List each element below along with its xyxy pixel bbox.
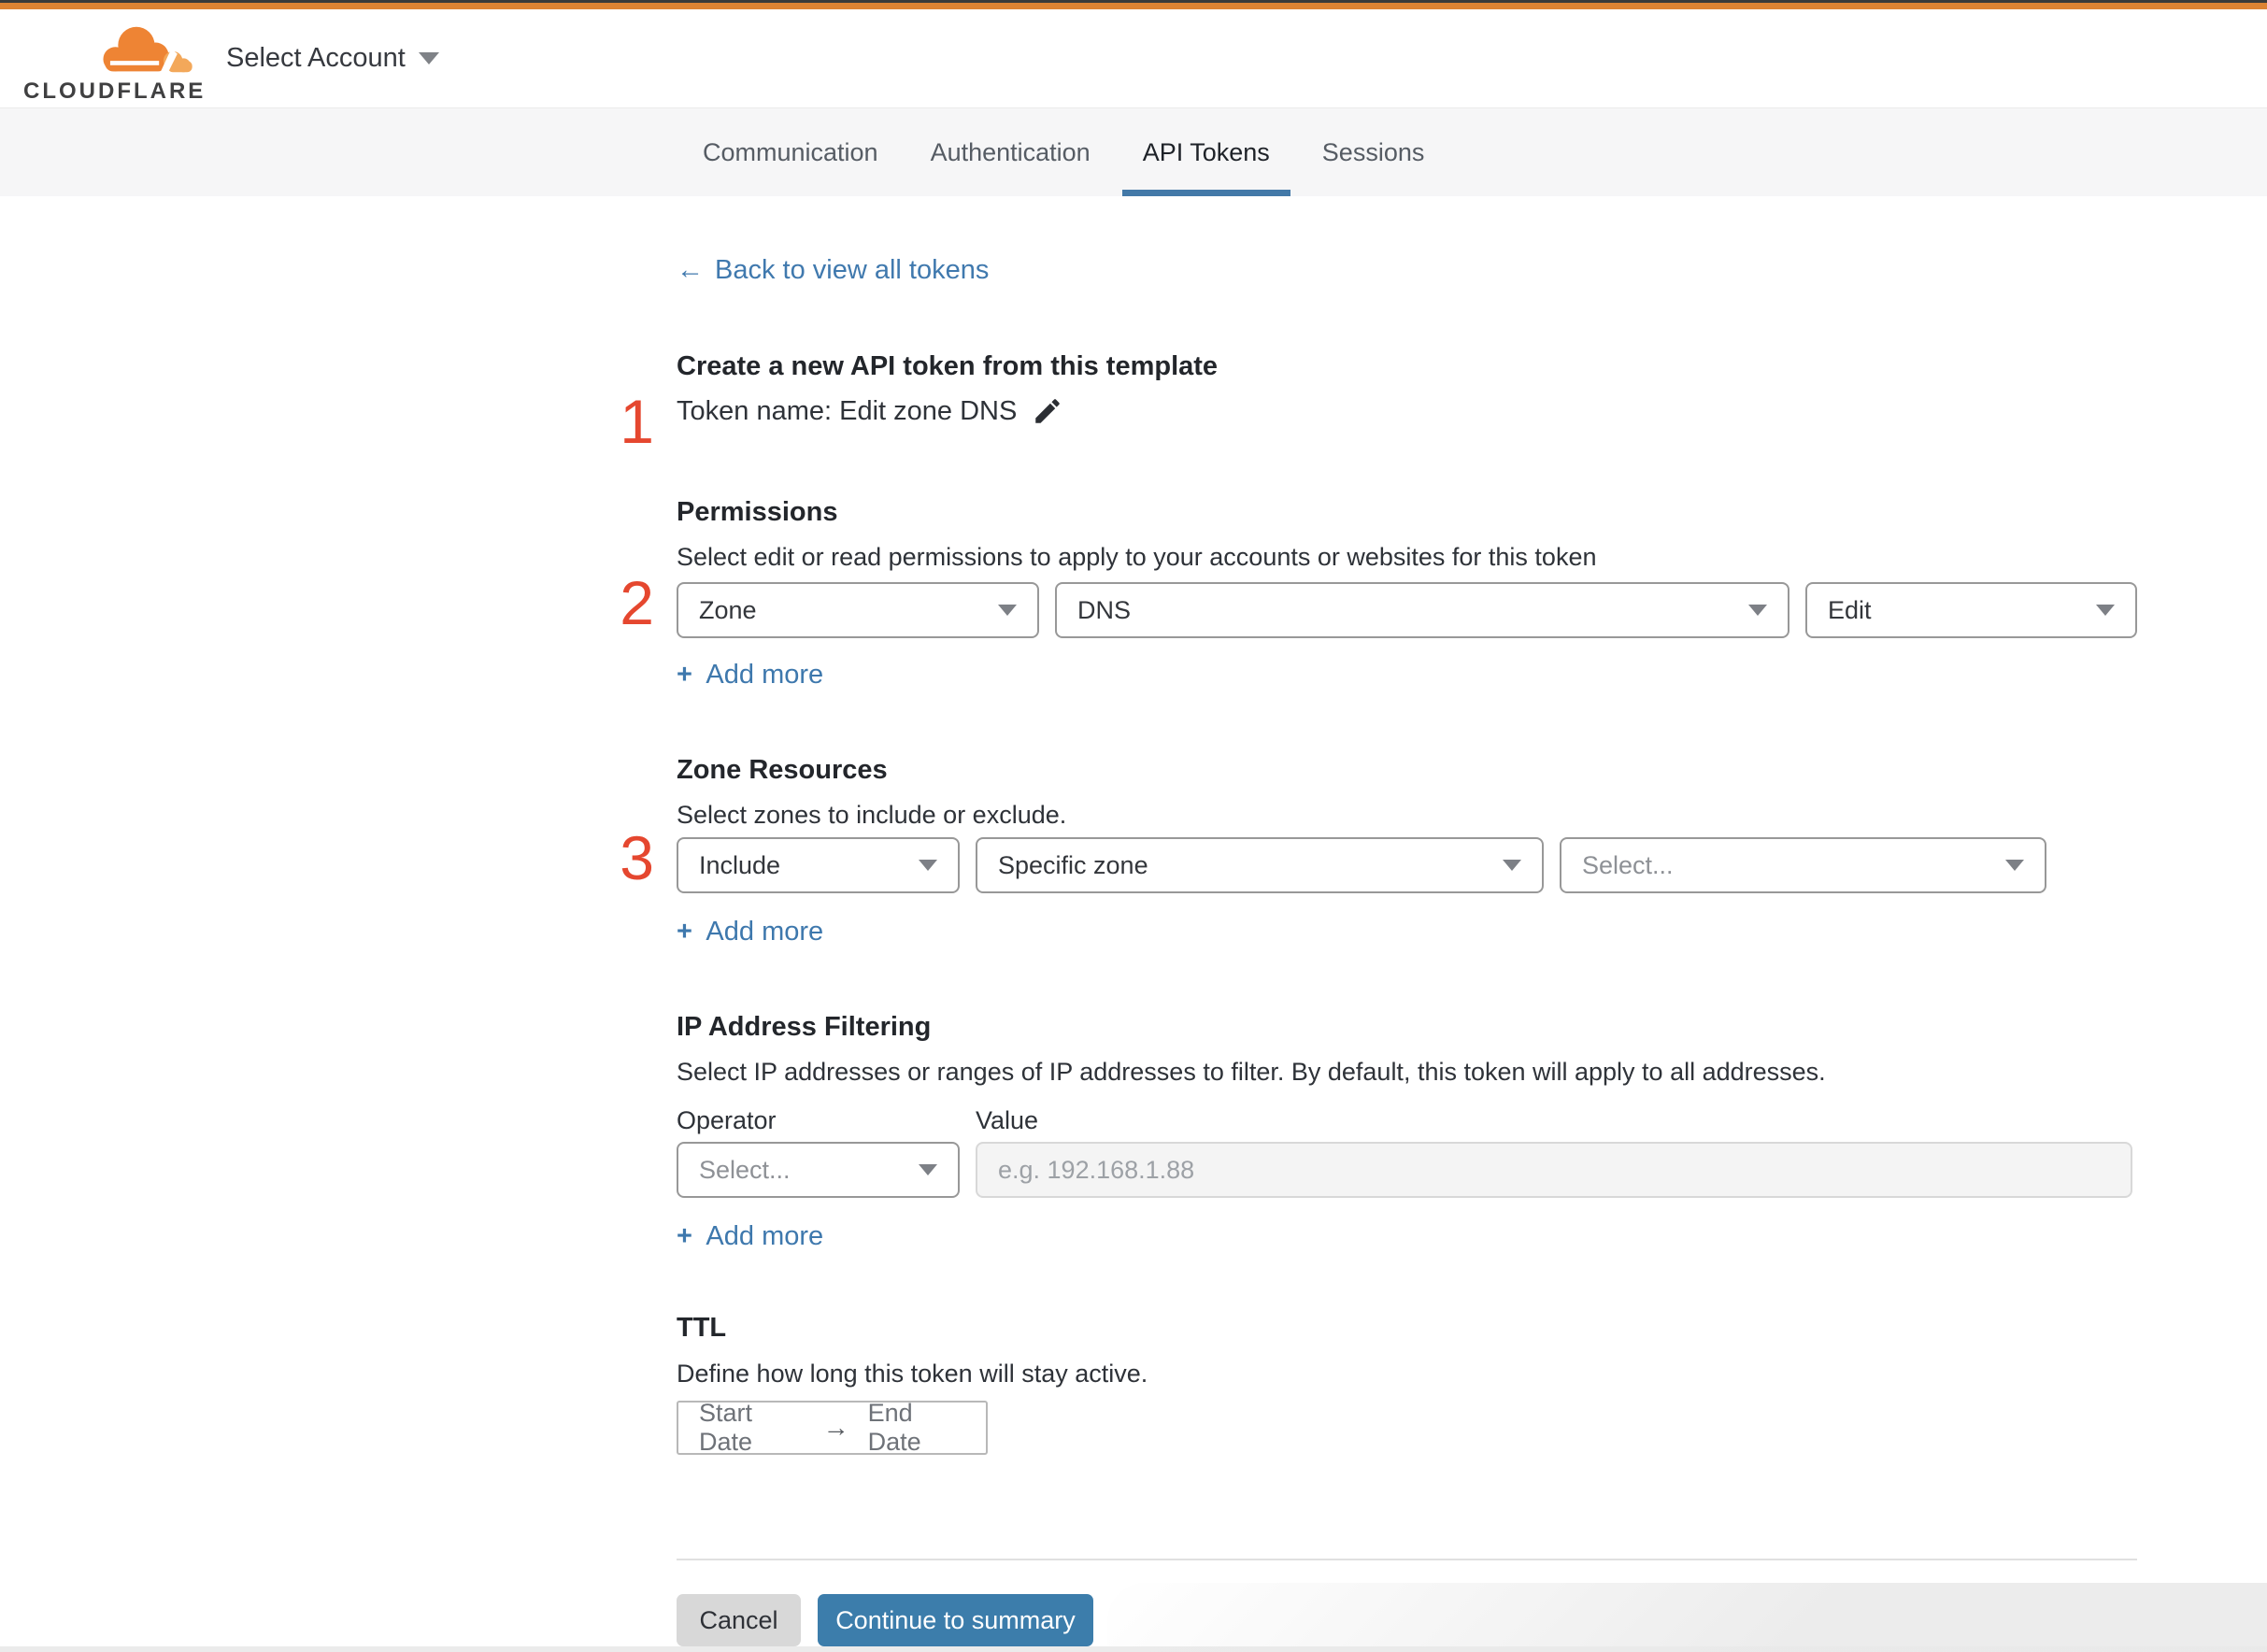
ttl-description: Define how long this token will stay act…: [677, 1360, 1148, 1388]
step-1-annotation: 1: [620, 387, 654, 456]
operator-placeholder: Select...: [699, 1155, 791, 1184]
cloudflare-logo[interactable]: CLOUDFLARE: [23, 21, 203, 104]
chevron-down-icon: [2096, 605, 2115, 616]
tab-sessions[interactable]: Sessions: [1302, 108, 1446, 196]
zone-select-placeholder: Select...: [1582, 850, 1674, 879]
token-name-text: Token name: Edit zone DNS: [677, 395, 1018, 426]
chevron-down-icon: [919, 1164, 937, 1175]
edit-pencil-icon[interactable]: [1032, 395, 1063, 427]
chevron-down-icon: [1503, 860, 1521, 871]
permissions-add-more-link[interactable]: + Add more: [677, 660, 823, 691]
ip-filtering-add-more-link[interactable]: + Add more: [677, 1221, 823, 1252]
permission-scope-dropdown[interactable]: Zone: [677, 582, 1039, 638]
permission-scope-value: Zone: [699, 595, 757, 624]
page-title: Create a new API token from this templat…: [677, 351, 1219, 381]
start-date-field[interactable]: Start Date: [699, 1399, 805, 1457]
footer-divider: [677, 1559, 2137, 1560]
token-name-row: Token name: Edit zone DNS: [677, 395, 1063, 427]
footer-actions: Cancel Continue to summary: [677, 1594, 1093, 1646]
permissions-description: Select edit or read permissions to apply…: [677, 543, 1597, 571]
add-more-label: Add more: [706, 1221, 824, 1251]
permission-access-dropdown[interactable]: Edit: [1805, 582, 2137, 638]
zone-resources-add-more-link[interactable]: + Add more: [677, 917, 823, 947]
ttl-heading: TTL: [677, 1313, 727, 1343]
bottom-gradient: [1107, 1583, 2267, 1652]
zone-select-dropdown[interactable]: Select...: [1560, 837, 2046, 893]
plus-icon: +: [677, 1221, 692, 1251]
cancel-button[interactable]: Cancel: [677, 1594, 801, 1646]
plus-icon: +: [677, 917, 692, 947]
zone-resources-heading: Zone Resources: [677, 755, 888, 785]
plus-icon: +: [677, 660, 692, 690]
chevron-down-icon: [919, 860, 937, 871]
permissions-heading: Permissions: [677, 497, 838, 527]
ip-value-input[interactable]: [976, 1142, 2132, 1198]
step-3-annotation: 3: [620, 823, 654, 892]
tab-bar: Communication Authentication API Tokens …: [0, 107, 2267, 196]
zone-include-value: Include: [699, 850, 781, 879]
end-date-field[interactable]: End Date: [868, 1399, 965, 1457]
back-link-label: Back to view all tokens: [715, 255, 990, 285]
chevron-down-icon: [1748, 605, 1767, 616]
arrow-right-icon: →: [822, 1413, 849, 1442]
cloudflare-cloud-icon: [103, 26, 192, 74]
permission-group-value: DNS: [1077, 595, 1132, 624]
top-accent-orange-bar: [0, 3, 2267, 9]
cloudflare-logo-text: CLOUDFLARE: [23, 78, 207, 104]
back-arrow-icon: ←: [677, 255, 704, 285]
zone-scope-dropdown[interactable]: Specific zone: [976, 837, 1544, 893]
tab-communication[interactable]: Communication: [682, 108, 899, 196]
chevron-down-icon: [2005, 860, 2024, 871]
permission-access-value: Edit: [1828, 595, 1872, 624]
operator-select-dropdown[interactable]: Select...: [677, 1142, 960, 1198]
back-to-tokens-link[interactable]: ← Back to view all tokens: [677, 255, 989, 286]
account-selector-dropdown[interactable]: Select Account: [226, 9, 439, 107]
account-selector-label: Select Account: [226, 43, 406, 73]
ip-filtering-description: Select IP addresses or ranges of IP addr…: [677, 1058, 1826, 1086]
chevron-down-icon: [418, 52, 439, 64]
zone-scope-value: Specific zone: [998, 850, 1148, 879]
chevron-down-icon: [998, 605, 1017, 616]
tab-group: Communication Authentication API Tokens …: [682, 108, 1445, 196]
ttl-date-range-picker[interactable]: Start Date → End Date: [677, 1399, 988, 1457]
step-2-annotation: 2: [620, 568, 654, 637]
add-more-label: Add more: [706, 917, 824, 947]
continue-to-summary-button[interactable]: Continue to summary: [818, 1594, 1093, 1646]
value-label: Value: [976, 1106, 1039, 1134]
operator-label: Operator: [677, 1106, 777, 1134]
add-more-label: Add more: [706, 660, 824, 690]
tab-api-tokens[interactable]: API Tokens: [1121, 108, 1290, 196]
permission-group-dropdown[interactable]: DNS: [1055, 582, 1789, 638]
zone-resources-description: Select zones to include or exclude.: [677, 801, 1067, 829]
zone-include-exclude-dropdown[interactable]: Include: [677, 837, 960, 893]
tab-authentication[interactable]: Authentication: [910, 108, 1111, 196]
ip-filtering-heading: IP Address Filtering: [677, 1012, 932, 1042]
app-header: CLOUDFLARE Select Account: [0, 9, 2267, 108]
